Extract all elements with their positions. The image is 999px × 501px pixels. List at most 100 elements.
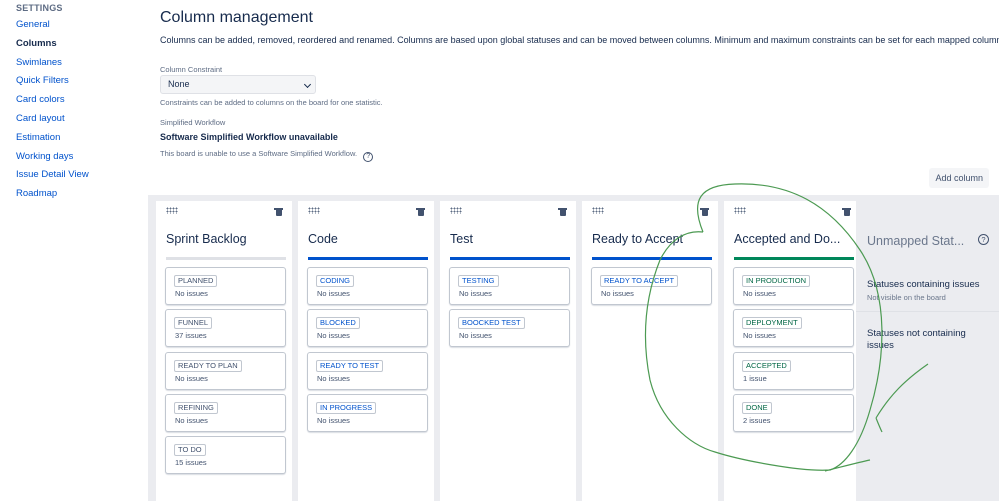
sidebar-item-card-colors[interactable]: Card colors [16,93,89,112]
column-constraint-label: Column Constraint [160,65,223,74]
unmapped-statuses-title: Unmapped Stat... [867,234,965,248]
status-card[interactable]: BLOCKED No issues [307,309,428,348]
status-lozenge: REFINING [174,401,218,414]
board-column[interactable]: Test TESTING No issues BOOCKED TEST No issue… [440,201,576,501]
column-category-bar [450,257,570,260]
column-title[interactable]: Ready to Accept [592,232,710,246]
column-title[interactable]: Accepted and Do... [734,232,852,246]
issue-count: No issues [317,415,350,425]
column-category-bar [592,257,712,260]
column-title[interactable]: Test [450,232,568,246]
status-card[interactable]: TESTING No issues [449,267,570,305]
sidebar-item-issue-detail-view[interactable]: Issue Detail View [16,168,89,187]
status-card[interactable]: REFINING No issues [165,393,286,432]
status-card[interactable]: IN PRODUCTION No issues [733,267,854,305]
status-lozenge: READY TO TEST [316,359,384,372]
status-card[interactable]: DONE 2 issues [733,393,854,432]
status-lozenge: CODING [316,275,354,287]
column-constraint-select[interactable]: None [160,75,316,94]
sidebar-item-swimlanes[interactable]: Swimlanes [16,56,89,75]
status-lozenge: PLANNED [174,275,218,287]
status-card[interactable]: READY TO PLAN No issues [165,351,286,390]
status-lozenge: READY TO PLAN [174,359,242,372]
sidebar-item-estimation[interactable]: Estimation [16,131,89,150]
drag-handle-icon[interactable] [450,207,462,214]
status-lozenge: DEPLOYMENT [742,317,802,330]
chevron-down-icon [303,80,312,89]
unmapped-statuses-column: Unmapped Stat... ? Statuses containing i… [856,201,999,501]
column-title[interactable]: Code [308,232,426,246]
column-title[interactable]: Sprint Backlog [166,232,284,246]
simplified-workflow-label: Simplified Workflow [160,118,226,127]
trash-icon[interactable] [558,208,567,216]
status-lozenge: ACCEPTED [742,359,791,372]
status-lozenge: READY TO ACCEPT [600,275,679,287]
drag-handle-icon[interactable] [166,207,178,214]
trash-icon[interactable] [842,208,851,216]
status-card[interactable]: READY TO ACCEPT No issues [591,267,712,305]
drag-handle-icon[interactable] [592,207,604,214]
add-column-button[interactable]: Add column [929,168,989,188]
board-column[interactable]: Sprint Backlog PLANNED No issues FUNNEL 37 i… [156,201,292,501]
status-list: PLANNED No issues FUNNEL 37 issues READY TO … [165,267,286,478]
constraint-help-text: Constraints can be added to columns on t… [160,98,383,107]
issue-count: No issues [743,331,776,341]
sidebar-heading: SETTINGS [16,3,63,13]
status-lozenge: BOOCKED TEST [458,317,525,330]
status-lozenge: DONE [742,401,772,414]
column-constraint-value: None [168,79,190,89]
status-card[interactable]: BOOCKED TEST No issues [449,309,570,348]
sidebar-item-roadmap[interactable]: Roadmap [16,187,89,206]
settings-sidebar: SETTINGS General Columns Swimlanes Quick Fi… [0,0,140,501]
status-lozenge: TESTING [458,275,499,287]
column-category-bar [166,257,286,260]
status-card[interactable]: ACCEPTED 1 issue [733,351,854,390]
status-list: TESTING No issues BOOCKED TEST No issues [449,267,570,352]
status-list: IN PRODUCTION No issues DEPLOYMENT No issue… [733,267,854,436]
sidebar-item-quick-filters[interactable]: Quick Filters [16,74,89,93]
status-card[interactable]: READY TO TEST No issues [307,351,428,390]
trash-icon[interactable] [416,208,425,216]
sidebar-item-general[interactable]: General [16,18,89,37]
statuses-containing-issues-title: Statuses containing issues [867,279,980,290]
question-circle-icon[interactable]: ? [363,152,374,162]
status-card[interactable]: FUNNEL 37 issues [165,309,286,348]
status-card[interactable]: IN PROGRESS No issues [307,393,428,432]
sidebar-nav: General Columns Swimlanes Quick Filters Card… [16,18,89,206]
column-category-bar [308,257,428,260]
status-card[interactable]: CODING No issues [307,267,428,305]
status-list: CODING No issues BLOCKED No issues READY TO … [307,267,428,436]
issue-count: No issues [317,373,350,383]
drag-handle-icon[interactable] [734,207,746,214]
board-column[interactable]: Accepted and Do... IN PRODUCTION No issues… [724,201,860,501]
status-lozenge: IN PRODUCTION [742,275,810,287]
status-lozenge: IN PROGRESS [316,401,377,414]
sidebar-item-columns[interactable]: Columns [16,37,89,56]
issue-count: 37 issues [175,331,207,341]
issue-count: No issues [601,289,634,298]
question-circle-icon[interactable]: ? [978,234,989,245]
drag-handle-icon[interactable] [308,207,320,214]
status-card[interactable]: TO DO 15 issues [165,436,286,475]
issue-count: No issues [317,331,350,341]
status-lozenge: BLOCKED [316,317,360,330]
issue-count: No issues [459,331,492,341]
simplified-workflow-help-text: This board is unable to use a Software S… [160,149,358,158]
trash-icon[interactable] [274,208,283,216]
column-category-bar [734,257,854,260]
issue-count: No issues [317,289,350,298]
trash-icon[interactable] [700,208,709,216]
issue-count: No issues [175,289,208,298]
status-card[interactable]: DEPLOYMENT No issues [733,309,854,348]
statuses-not-containing-issues: Statuses not containing issues [856,328,999,352]
board-column[interactable]: Ready to Accept READY TO ACCEPT No issues [582,201,718,501]
statuses-containing-issues-subtitle: Not visible on the board [867,293,946,302]
board-column[interactable]: Code CODING No issues BLOCKED No issues READY… [298,201,434,501]
sidebar-item-working-days[interactable]: Working days [16,150,89,169]
issue-count: 2 issues [743,415,771,425]
sidebar-item-card-layout[interactable]: Card layout [16,112,89,131]
issue-count: 15 issues [175,458,207,468]
page-description: Columns can be added, removed, reordered… [160,35,999,45]
simplified-workflow-help: This board is unable to use a Software S… [160,149,374,162]
status-card[interactable]: PLANNED No issues [165,267,286,305]
